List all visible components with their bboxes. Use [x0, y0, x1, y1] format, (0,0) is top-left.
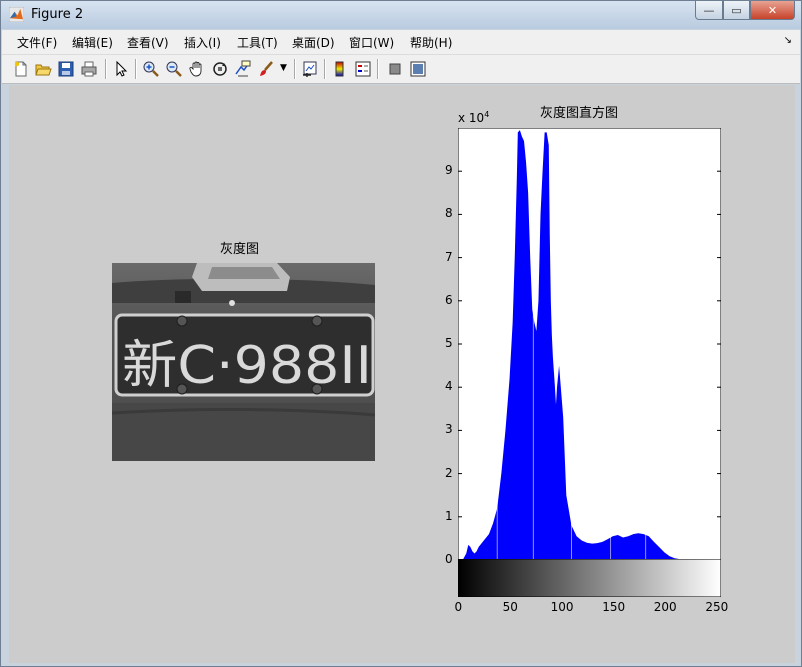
- title-bar[interactable]: Figure 2 — ▭ ✕: [1, 1, 801, 29]
- pointer-icon[interactable]: [112, 60, 130, 78]
- zoom-out-icon[interactable]: [165, 60, 183, 78]
- x-tick-label: 150: [602, 600, 626, 614]
- y-tick-label: 5: [445, 336, 453, 350]
- y-tick-label: 0: [445, 552, 453, 566]
- x-tick-label: 250: [705, 600, 729, 614]
- dock-arrow-icon[interactable]: ↘: [784, 35, 792, 46]
- brush-dropdown-icon[interactable]: ▼: [280, 63, 287, 73]
- save-icon[interactable]: [57, 60, 75, 78]
- brush-icon[interactable]: [257, 60, 275, 78]
- gray-image-title: 灰度图: [220, 242, 260, 257]
- window-controls: — ▭ ✕: [695, 1, 795, 21]
- y-tick-label: 1: [445, 508, 453, 523]
- toolbar-separator: [135, 59, 137, 79]
- x-tick-label: 100: [550, 600, 574, 614]
- figure-toolbar: ▼: [2, 55, 800, 84]
- rotate-3d-icon[interactable]: [211, 60, 229, 78]
- y-tick-label: 6: [445, 292, 453, 307]
- histogram-plot[interactable]: [458, 128, 721, 600]
- menu-help[interactable]: 帮助(H): [410, 34, 452, 51]
- menu-bar: 文件(F) 编辑(E) 查看(V) 插入(I) 工具(T) 桌面(D) 窗口(W…: [2, 30, 800, 55]
- menu-view[interactable]: 查看(V): [127, 34, 169, 51]
- show-tools-icon[interactable]: [409, 60, 427, 78]
- x-tick-label: 0: [454, 600, 463, 614]
- menu-file[interactable]: 文件(F): [17, 34, 57, 51]
- plate-characters: 新C·988II: [122, 336, 372, 396]
- histogram-title: 灰度图直方图: [540, 106, 619, 121]
- zoom-in-icon[interactable]: [142, 60, 160, 78]
- toolbar-separator: [294, 59, 296, 79]
- print-icon[interactable]: [80, 60, 98, 78]
- close-button[interactable]: ✕: [750, 1, 795, 20]
- legend-icon[interactable]: [354, 60, 372, 78]
- maximize-button[interactable]: ▭: [723, 1, 750, 20]
- figure-canvas: 灰度图 新C·988II 灰度图直方图 x 104 0 1 2 3 4 5 6 7 8 9…: [9, 85, 795, 663]
- menu-window[interactable]: 窗口(W): [349, 34, 394, 51]
- y-tick-label: 2: [445, 465, 453, 480]
- menu-desktop[interactable]: 桌面(D): [292, 34, 335, 51]
- y-tick-label: 9: [445, 163, 453, 178]
- gray-plate-image[interactable]: 新C·988II: [112, 263, 375, 461]
- matlab-icon: [9, 7, 24, 22]
- y-tick-label: 8: [445, 206, 453, 221]
- toolbar-separator: [377, 59, 379, 79]
- toolbar-separator: [105, 59, 107, 79]
- new-figure-icon[interactable]: [12, 60, 30, 78]
- data-cursor-icon[interactable]: [234, 60, 252, 78]
- y-exponent-label: x 104: [458, 110, 490, 125]
- y-tick-label: 7: [445, 249, 453, 264]
- link-plot-icon[interactable]: [301, 60, 319, 78]
- window-title: Figure 2: [31, 7, 84, 22]
- minimize-button[interactable]: —: [695, 1, 723, 20]
- y-tick-label: 4: [445, 379, 453, 394]
- open-file-icon[interactable]: [34, 60, 52, 78]
- menu-tools[interactable]: 工具(T): [237, 34, 278, 51]
- hide-tools-icon[interactable]: [386, 60, 404, 78]
- y-tick-label: 3: [445, 422, 453, 437]
- toolbar-separator: [324, 59, 326, 79]
- pan-hand-icon[interactable]: [188, 60, 206, 78]
- x-tick-label: 50: [502, 600, 518, 614]
- colorbar-icon[interactable]: [331, 60, 349, 78]
- menu-insert[interactable]: 插入(I): [184, 34, 221, 51]
- menu-edit[interactable]: 编辑(E): [72, 34, 113, 51]
- figure-window: Figure 2 — ▭ ✕ 文件(F) 编辑(E) 查看(V) 插入(I) 工…: [0, 0, 802, 667]
- x-tick-label: 200: [653, 600, 677, 614]
- grayscale-colorbar: [458, 559, 721, 597]
